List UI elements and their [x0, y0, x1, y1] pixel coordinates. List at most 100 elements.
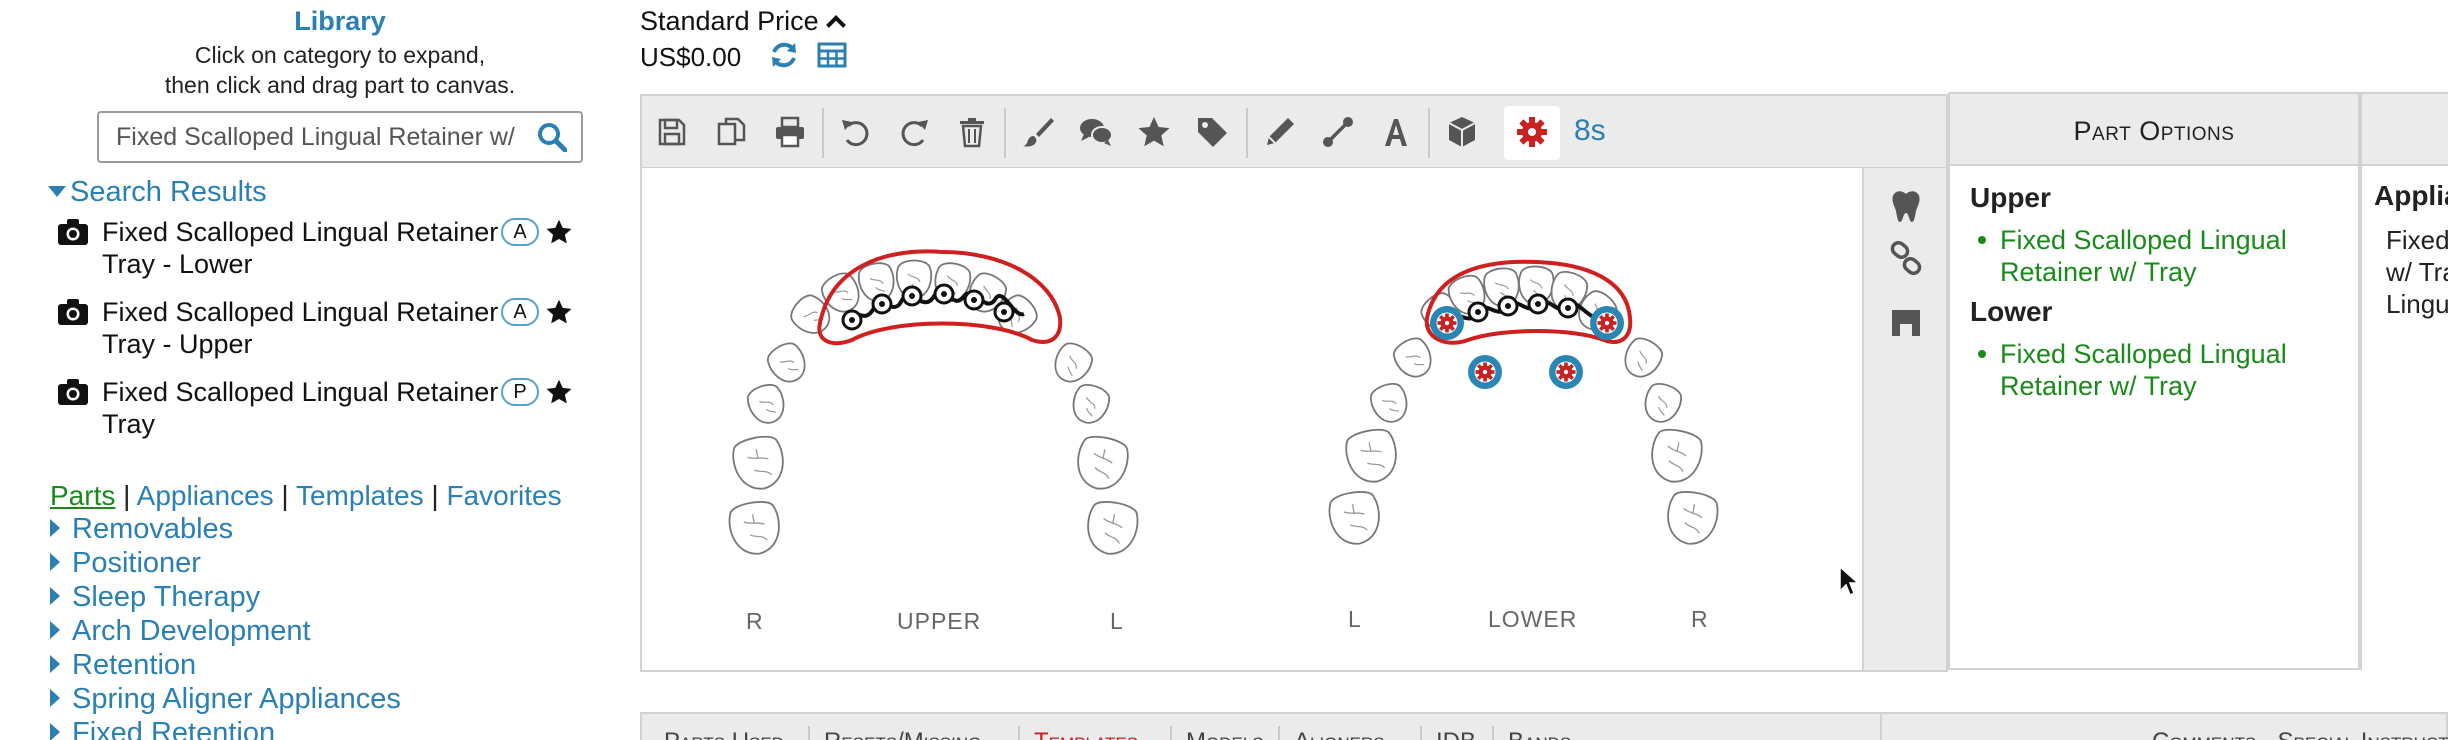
search-results-toggle[interactable]: Search Results — [48, 176, 267, 209]
appliance-badge: A — [501, 298, 539, 326]
trash-icon — [960, 118, 984, 148]
tab-aligners[interactable]: Aligners — [1294, 728, 1385, 740]
link-separator: | — [123, 480, 131, 511]
wire-button[interactable] — [1320, 114, 1356, 150]
comments-button[interactable] — [1078, 114, 1114, 150]
text-button[interactable] — [1378, 114, 1414, 150]
table-icon[interactable] — [817, 42, 847, 68]
copy-button[interactable] — [714, 114, 750, 150]
star-icon[interactable] — [545, 218, 573, 246]
star-icon — [1138, 117, 1170, 147]
category-arch-development[interactable]: Arch Development — [50, 615, 311, 648]
print-button[interactable] — [772, 114, 808, 150]
bracket-icon[interactable] — [1886, 302, 1926, 342]
pencil-icon — [1267, 118, 1294, 145]
tab-bands[interactable]: Bands — [1508, 728, 1571, 740]
tab-idb[interactable]: IDB — [1436, 728, 1476, 740]
tab-templates[interactable]: Templates — [1034, 728, 1138, 740]
category-spring-aligner-appliances[interactable]: Spring Aligner Appliances — [50, 683, 401, 716]
search-input[interactable] — [99, 113, 529, 161]
refresh-icon[interactable] — [769, 40, 799, 70]
link-parts[interactable]: Parts — [50, 480, 115, 511]
toolbar-divider — [822, 108, 824, 158]
undo-icon — [842, 120, 869, 147]
price-label: Standard Price — [640, 6, 819, 36]
caret-down-icon — [48, 185, 66, 197]
search-result-item[interactable]: Fixed Scalloped Lingual Retainer w/ Tray… — [57, 296, 617, 362]
lower-left-side-label: L — [1348, 606, 1362, 632]
price-value: US$0.00 — [640, 42, 742, 72]
comments-panel-header: Comments - Special Instructions — [1880, 712, 2448, 740]
gear-icon — [1517, 117, 1547, 147]
search-result-name: Fixed Scalloped Lingual Retainer w/ Tray — [102, 377, 533, 439]
search-result-name: Fixed Scalloped Lingual Retainer w/ Tray… — [102, 297, 533, 359]
category-fixed-retention[interactable]: Fixed Retention — [50, 717, 275, 740]
tab-divider — [1420, 726, 1422, 740]
mouse-cursor-icon — [1839, 565, 1860, 597]
dental-arches-drawing[interactable] — [642, 168, 1862, 668]
link-icon[interactable] — [1886, 238, 1926, 278]
camera-icon[interactable] — [57, 378, 89, 406]
caret-right-icon — [50, 553, 60, 572]
tag-button[interactable] — [1194, 114, 1230, 150]
favorite-button[interactable] — [1136, 114, 1172, 150]
tooth-icon[interactable] — [1886, 186, 1926, 226]
star-icon[interactable] — [545, 298, 573, 326]
category-label: Positioner — [72, 547, 201, 579]
delete-button[interactable] — [954, 114, 990, 150]
tab-models[interactable]: Models — [1186, 728, 1264, 740]
undo-button[interactable] — [838, 114, 874, 150]
camera-icon[interactable] — [57, 218, 89, 246]
tab-divider — [1278, 726, 1280, 740]
canvas-side-tools — [1864, 168, 1948, 672]
link-favorites[interactable]: Favorites — [446, 480, 561, 511]
caret-right-icon — [50, 587, 60, 606]
settings-toggle[interactable] — [1514, 114, 1550, 150]
library-title: Library — [294, 6, 386, 36]
link-appliances[interactable]: Appliances — [137, 480, 274, 511]
comments-icon — [1080, 119, 1113, 146]
camera-icon[interactable] — [57, 298, 89, 326]
category-label: Spring Aligner Appliances — [72, 683, 401, 715]
price-toggle[interactable]: Standard Price — [640, 6, 846, 37]
category-positioner[interactable]: Positioner — [50, 547, 201, 580]
tag-icon — [1198, 118, 1227, 147]
appliance-panel-header — [2362, 94, 2448, 166]
3d-button[interactable] — [1444, 114, 1480, 150]
lower-part-item[interactable]: Fixed Scalloped Lingual Retainer w/ Tray — [1978, 338, 2340, 402]
upper-part-item[interactable]: Fixed Scalloped Lingual Retainer w/ Tray — [1978, 224, 2340, 288]
part-badge: P — [501, 378, 539, 406]
redo-button[interactable] — [896, 114, 932, 150]
link-templates[interactable]: Templates — [296, 480, 424, 511]
search-result-item[interactable]: Fixed Scalloped Lingual Retainer w/ Tray… — [57, 376, 617, 442]
lower-arch[interactable] — [1325, 259, 1722, 549]
upper-arch[interactable] — [725, 249, 1142, 559]
caret-right-icon — [50, 723, 60, 740]
tab-divider — [1492, 726, 1494, 740]
link-separator: | — [281, 480, 289, 511]
search-result-item[interactable]: Fixed Scalloped Lingual Retainer w/ Tray… — [57, 216, 617, 282]
caret-right-icon — [50, 519, 60, 538]
draw-button[interactable] — [1262, 114, 1298, 150]
category-label: Removables — [72, 513, 234, 545]
toolbar-divider — [1004, 108, 1006, 158]
search-icon[interactable] — [537, 122, 567, 152]
save-button[interactable] — [654, 114, 690, 150]
category-retention[interactable]: Retention — [50, 649, 196, 682]
design-canvas[interactable]: R UPPER L L LOWER R — [640, 168, 1864, 672]
appliance-description-line: Fixed Scalloped — [2386, 225, 2448, 255]
category-removables[interactable]: Removables — [50, 513, 233, 546]
paint-button[interactable] — [1020, 114, 1056, 150]
paintbrush-icon — [1023, 118, 1054, 147]
star-icon[interactable] — [545, 378, 573, 406]
caret-right-icon — [50, 655, 60, 674]
part-options-panel: Part Options Upper Fixed Scalloped Lingu… — [1948, 92, 2360, 670]
tab-parts-used[interactable]: Parts Used — [664, 728, 784, 740]
chevron-up-icon — [825, 15, 846, 35]
appliance-description: Fixed Scalloped w/ Tray Lingual — [2386, 224, 2448, 320]
category-sleep-therapy[interactable]: Sleep Therapy — [50, 581, 260, 614]
tab-divider — [1018, 726, 1020, 740]
library-search — [97, 111, 583, 163]
lower-heading: Lower — [1970, 296, 2053, 327]
tab-resets-missing[interactable]: Resets/Missing — [824, 728, 981, 740]
